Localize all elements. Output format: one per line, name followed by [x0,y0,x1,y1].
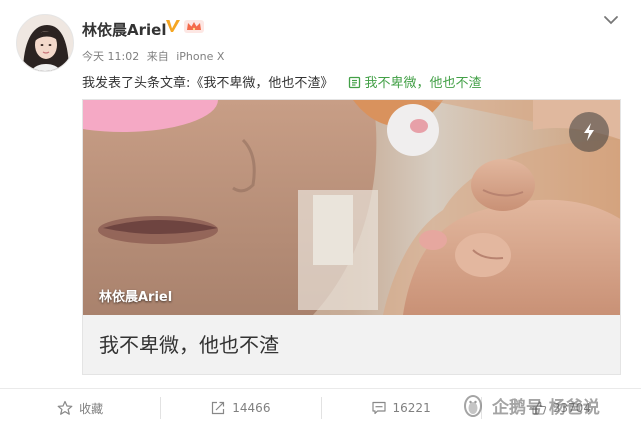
link-icon [348,76,360,89]
username[interactable]: 林依晨Ariel [82,19,166,40]
card-author: 林依晨Ariel [99,290,173,305]
lightning-icon [584,123,594,141]
post-time[interactable]: 今天 11:02 [82,50,139,63]
comment-count: 16221 [392,401,431,415]
post-source: iPhone X [176,50,225,63]
post-meta: 今天 11:02 来自 iPhone X [82,48,228,64]
article-cover-image[interactable] [83,100,620,315]
comment-button[interactable]: 16221 [320,389,481,427]
watermark-text: 企鹅号 杨爸说 [492,397,600,418]
article-card[interactable]: 林依晨Ariel 我不卑微，他也不渣 [82,99,621,375]
crown-member-icon[interactable] [183,17,205,35]
chevron-down-icon[interactable] [602,14,620,26]
penguin-logo-icon [464,395,482,417]
star-icon [57,400,73,415]
avatar[interactable] [16,14,74,72]
verified-v-icon [166,20,180,32]
source-prefix: 来自 [146,50,169,63]
lightning-button[interactable] [569,112,609,152]
post-text: 我发表了头条文章:《我不卑微，他也不渣》 我不卑微，他也不渣 [82,72,482,91]
share-button[interactable]: 14466 [160,389,320,427]
article-link[interactable]: 我不卑微，他也不渣 [365,76,482,91]
watermark: 企鹅号 杨爸说 [460,392,600,418]
comment-icon [371,401,386,415]
share-count: 14466 [232,401,271,415]
share-icon [212,401,225,415]
weibo-post: 林依晨Ariel 今天 11:02 来自 iPhone X 我发表了头条文章:《… [0,0,641,427]
post-body: 我发表了头条文章:《我不卑微，他也不渣》 [82,76,334,91]
favorite-button[interactable]: 收藏 [0,389,160,427]
favorite-label: 收藏 [79,401,104,416]
article-title[interactable]: 我不卑微，他也不渣 [99,329,279,358]
